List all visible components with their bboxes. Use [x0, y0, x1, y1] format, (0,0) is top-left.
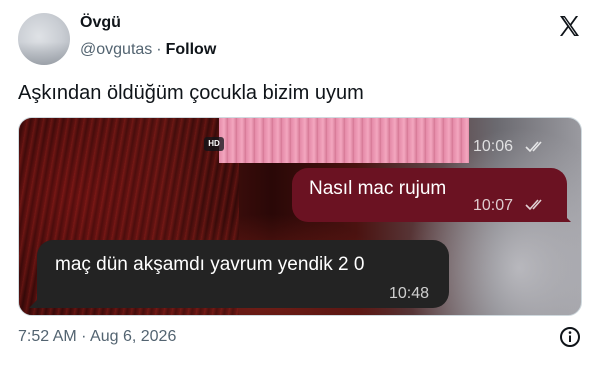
- chat-bubble-outgoing: Nasıl mac rujum 10:07: [292, 168, 567, 222]
- incoming-message-text: maç dün akşamdı yavrum yendik 2 0: [55, 254, 365, 275]
- outgoing-message-text: Nasıl mac rujum: [309, 178, 447, 199]
- chat-bubble-incoming: maç dün akşamdı yavrum yendik 2 0 10:48: [37, 240, 449, 308]
- author-display-name[interactable]: Övgü: [80, 14, 121, 32]
- outgoing-message-time: 10:07: [473, 197, 514, 214]
- follow-button[interactable]: Follow: [166, 41, 217, 58]
- message-time: 10:06: [473, 138, 514, 155]
- tweet-media-image[interactable]: HD 10:06 Nasıl mac rujum 10:07 maç dün a…: [18, 117, 582, 316]
- avatar-shade: [18, 41, 70, 65]
- incoming-message-time: 10:48: [389, 285, 430, 302]
- chat-bubble-previous: 10:06: [219, 122, 567, 164]
- author-handle[interactable]: @ovgutas: [80, 41, 152, 58]
- author-handle-row: @ovgutas · Follow: [80, 41, 216, 59]
- x-logo-icon[interactable]: [557, 14, 581, 38]
- handle-separator: ·: [156, 41, 162, 58]
- tweet-timestamp[interactable]: 7:52 AM · Aug 6, 2026: [18, 328, 176, 346]
- double-check-icon: [525, 199, 542, 211]
- tweet-text: Aşkından öldüğüm çocukla bizim uyum: [18, 82, 364, 104]
- double-check-icon: [525, 141, 542, 153]
- info-icon[interactable]: [559, 326, 581, 348]
- tweet-card: Övgü @ovgutas · Follow Aşkından öldüğüm ço…: [0, 0, 600, 367]
- avatar[interactable]: [18, 13, 70, 65]
